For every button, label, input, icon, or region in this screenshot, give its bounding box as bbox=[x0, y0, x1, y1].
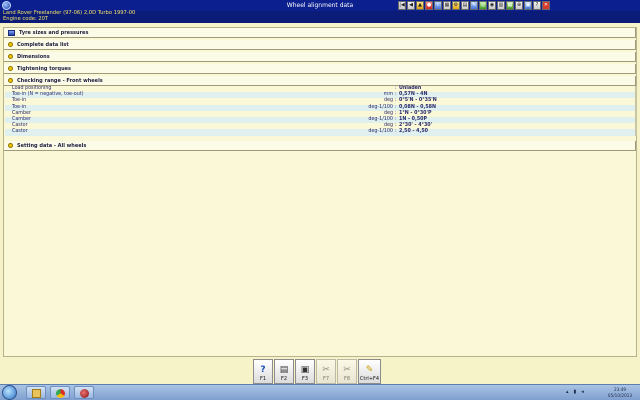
section-label: Tightening torques bbox=[17, 65, 71, 72]
key-label: F2 bbox=[280, 376, 288, 382]
row-unit: deg-1/100 bbox=[368, 129, 393, 135]
print-icon[interactable]: ▥ bbox=[497, 1, 505, 10]
taskbar-app[interactable] bbox=[74, 386, 94, 399]
data-table: Load positioning : Unladen Toe-in (N = n… bbox=[5, 86, 635, 136]
exit-icon: ✎ bbox=[365, 365, 374, 375]
help-icon: ? bbox=[260, 365, 266, 375]
section-setting-data[interactable]: Setting data - All wheels bbox=[4, 141, 636, 151]
f2-print-button[interactable]: ▤ F2 bbox=[274, 359, 294, 384]
key-label: F1 bbox=[259, 376, 267, 382]
row-value: 2,50 - 4,50 bbox=[399, 129, 429, 135]
f1-help-button[interactable]: ? F1 bbox=[253, 359, 273, 384]
first-icon[interactable]: |◀ bbox=[398, 1, 406, 10]
key-label: F7 bbox=[322, 376, 330, 382]
tools2-disabled-icon: ✂ bbox=[343, 365, 351, 375]
close-icon[interactable]: ✕ bbox=[542, 1, 550, 10]
table-row: Castor deg-1/100 : 2,50 - 4,50 bbox=[5, 129, 635, 136]
section-label: Dimensions bbox=[17, 53, 50, 60]
section-dimensions[interactable]: Dimensions bbox=[4, 52, 636, 62]
section-label: Checking range - Front wheels bbox=[17, 77, 103, 84]
calc-icon[interactable]: ▦ bbox=[506, 1, 514, 10]
clock-date: 05/10/2013 bbox=[607, 392, 633, 398]
wrench-icon[interactable]: ⚙ bbox=[452, 1, 460, 10]
manual-icon: ▣ bbox=[300, 365, 310, 375]
taskbar: ▴ ▮ ◂ 23:49 05/10/2013 bbox=[0, 384, 640, 400]
section-complete-data[interactable]: Complete data list bbox=[4, 40, 636, 50]
taskbar-chrome[interactable] bbox=[50, 386, 70, 399]
clock[interactable]: 23:49 05/10/2013 bbox=[604, 387, 636, 398]
section-tightening-torques[interactable]: Tightening torques bbox=[4, 64, 636, 74]
expand-icon bbox=[8, 42, 13, 47]
start-button[interactable] bbox=[2, 385, 17, 400]
key-label: Ctrl+F4 bbox=[359, 376, 380, 382]
volume-icon[interactable]: ◂ bbox=[581, 389, 584, 395]
key-label: F8 bbox=[343, 376, 351, 382]
f3-manual-button[interactable]: ▣ F3 bbox=[295, 359, 315, 384]
window-title: Wheel alignment data bbox=[286, 2, 354, 9]
help-icon[interactable]: ? bbox=[533, 1, 541, 10]
expand-icon bbox=[8, 66, 13, 71]
data-icon[interactable]: ▤ bbox=[461, 1, 469, 10]
folder-icon bbox=[32, 389, 41, 398]
row-separator: : bbox=[395, 129, 397, 135]
gauge-icon[interactable]: ◎ bbox=[479, 1, 487, 10]
section-label: Complete data list bbox=[17, 41, 69, 48]
section-checking-range[interactable]: Checking range - Front wheels bbox=[4, 76, 636, 86]
vehicle-header: Land Rover Freelander (97-06) 2,0D Turbo… bbox=[0, 11, 640, 23]
settings-icon[interactable]: ▣ bbox=[524, 1, 532, 10]
print-icon: ▤ bbox=[279, 365, 289, 375]
section-label: Setting data - All wheels bbox=[17, 142, 87, 149]
system-tray: ▴ ▮ ◂ bbox=[566, 389, 584, 395]
table-scrollbar[interactable] bbox=[635, 86, 637, 136]
f7-button[interactable]: ✂ F7 bbox=[316, 359, 336, 384]
prev-icon[interactable]: ◀ bbox=[407, 1, 415, 10]
expand-icon bbox=[8, 143, 13, 148]
wheel-icon[interactable]: ⊕ bbox=[515, 1, 523, 10]
row-label: Castor bbox=[12, 129, 28, 135]
chrome-icon bbox=[56, 389, 65, 398]
main-content: Tyre sizes and pressures Complete data l… bbox=[3, 27, 637, 357]
eye-icon[interactable]: ◉ bbox=[488, 1, 496, 10]
f8-button[interactable]: ✂ F8 bbox=[337, 359, 357, 384]
tools-disabled-icon: ✂ bbox=[322, 365, 330, 375]
taskbar-explorer[interactable] bbox=[26, 386, 46, 399]
section-tyre-sizes[interactable]: Tyre sizes and pressures bbox=[4, 28, 636, 38]
app-logo-icon[interactable] bbox=[2, 1, 11, 10]
tray-arrow-icon[interactable]: ▴ bbox=[566, 389, 569, 395]
app-icon bbox=[80, 389, 89, 398]
expand-icon bbox=[8, 54, 13, 59]
tool-icon[interactable]: ▦ bbox=[443, 1, 451, 10]
engine-code: Engine code: 20T bbox=[3, 15, 49, 22]
stop-icon[interactable]: ● bbox=[425, 1, 433, 10]
tyre-icon bbox=[8, 29, 15, 36]
collapse-icon bbox=[8, 78, 13, 83]
network-icon[interactable]: ▮ bbox=[574, 389, 577, 395]
tools-icon[interactable]: ✎ bbox=[470, 1, 478, 10]
section-label: Tyre sizes and pressures bbox=[19, 29, 89, 36]
info-icon[interactable]: i bbox=[434, 1, 442, 10]
function-key-bar: ? F1 ▤ F2 ▣ F3 ✂ F7 ✂ F8 ✎ Ctrl+F4 bbox=[253, 359, 381, 384]
toolbar: |◀ ◀ ▲ ● i ▦ ⚙ ▤ ✎ ◎ ◉ ▥ ▦ ⊕ ▣ ? ✕ bbox=[398, 1, 550, 10]
key-label: F3 bbox=[301, 376, 309, 382]
ctrl-f4-exit-button[interactable]: ✎ Ctrl+F4 bbox=[358, 359, 381, 384]
warning-icon[interactable]: ▲ bbox=[416, 1, 424, 10]
